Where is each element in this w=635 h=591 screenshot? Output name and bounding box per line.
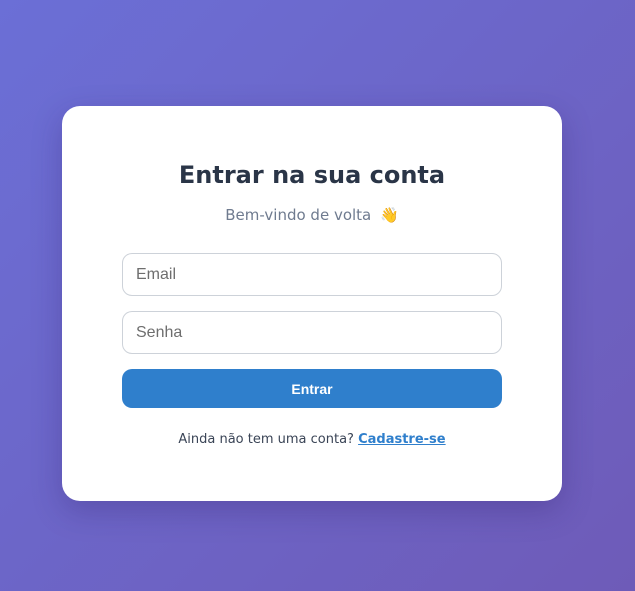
signup-link[interactable]: Cadastre-se: [358, 432, 446, 447]
signup-prompt-row: Ainda não tem uma conta? Cadastre-se: [62, 432, 562, 447]
waving-hand-icon: 👋: [380, 206, 399, 224]
welcome-subtitle: Bem-vindo de volta 👋: [62, 206, 562, 224]
welcome-text: Bem-vindo de volta: [225, 206, 372, 224]
page-title: Entrar na sua conta: [178, 161, 446, 189]
password-input[interactable]: [122, 311, 502, 354]
login-button[interactable]: Entrar: [122, 369, 502, 408]
email-input[interactable]: [122, 253, 502, 296]
login-card: Entrar na sua conta Bem-vindo de volta 👋…: [62, 106, 562, 501]
signup-prompt-text: Ainda não tem uma conta?: [178, 432, 354, 447]
